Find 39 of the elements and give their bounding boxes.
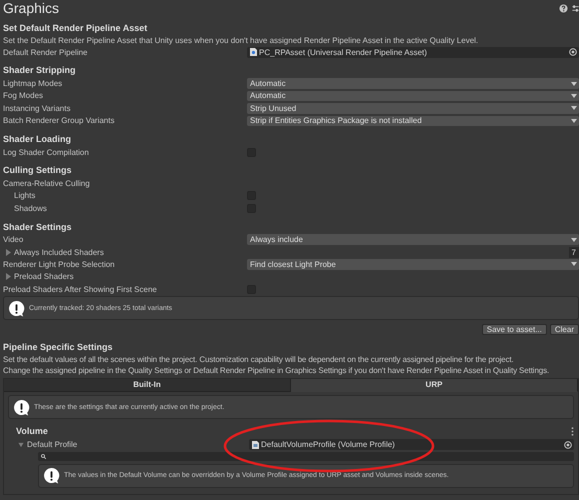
field-label: Shadows (14, 202, 47, 214)
section-heading: Culling Settings (3, 164, 72, 178)
section-heading: Volume (16, 425, 48, 438)
object-field[interactable]: DefaultVolumeProfile (Volume Profile) (249, 439, 574, 450)
dropdown[interactable]: Always include (247, 234, 579, 245)
action-button[interactable]: Clear (550, 324, 579, 336)
field-label: Default Render Pipeline (3, 46, 88, 58)
field-label: Batch Renderer Group Variants (3, 115, 114, 126)
field-label: Camera-Relative Culling (3, 178, 90, 190)
window-title: Graphics (3, 0, 60, 16)
field-label: Instancing Variants (3, 102, 70, 114)
action-button[interactable]: Save to asset... (482, 324, 547, 336)
field-label: Lights (14, 190, 36, 202)
field-label: Renderer Light Probe Selection (3, 258, 115, 270)
section-heading: Shader Settings (3, 220, 73, 234)
field-label: Preload Shaders (14, 271, 74, 282)
section-heading: Set Default Render Pipeline Asset (3, 22, 148, 35)
field-label: Preload Shaders After Showing First Scene (3, 284, 157, 295)
section-heading: Pipeline Specific Settings (3, 341, 114, 354)
field-label: Video (3, 234, 24, 246)
dropdown[interactable]: Strip if Entities Graphics Package is not installed (247, 116, 579, 126)
field-label: Default Profile (27, 439, 78, 450)
dropdown[interactable]: Automatic (247, 78, 579, 89)
field-label: Fog Modes (3, 90, 44, 102)
section-heading: Shader Stripping (3, 64, 77, 78)
dropdown[interactable]: Strip Unused (247, 103, 579, 114)
dropdown[interactable]: Find closest Light Probe (247, 259, 579, 270)
tab[interactable]: Built-In (4, 379, 291, 392)
section-heading: Shader Loading (3, 132, 72, 146)
object-field[interactable]: PC_RPAsset (Universal Render Pipeline Asset) (247, 46, 579, 58)
field-label: Log Shader Compilation (3, 146, 89, 158)
tab[interactable]: URP (291, 379, 578, 392)
field-label: Always Included Shaders (14, 246, 104, 258)
dropdown[interactable]: Automatic (247, 90, 579, 102)
count-field[interactable]: 7 (568, 246, 579, 258)
field-label: Lightmap Modes (3, 78, 62, 90)
section-description: Set the Default Render Pipeline Asset that Unity uses when you don't have assigned Render Pipeline Asset in the active Quality Level. (3, 35, 480, 46)
section-description: Change the assigned pipeline in the Quality Settings or Default Render Pipeline in Graphics Settings if you don't have Render Pipeline Asset in Quality Settings. (3, 365, 550, 376)
section-description: Set the default values of all the scenes within the project. Customization capability will be dependent on the currently assigned pipeline for the project. (3, 354, 515, 366)
